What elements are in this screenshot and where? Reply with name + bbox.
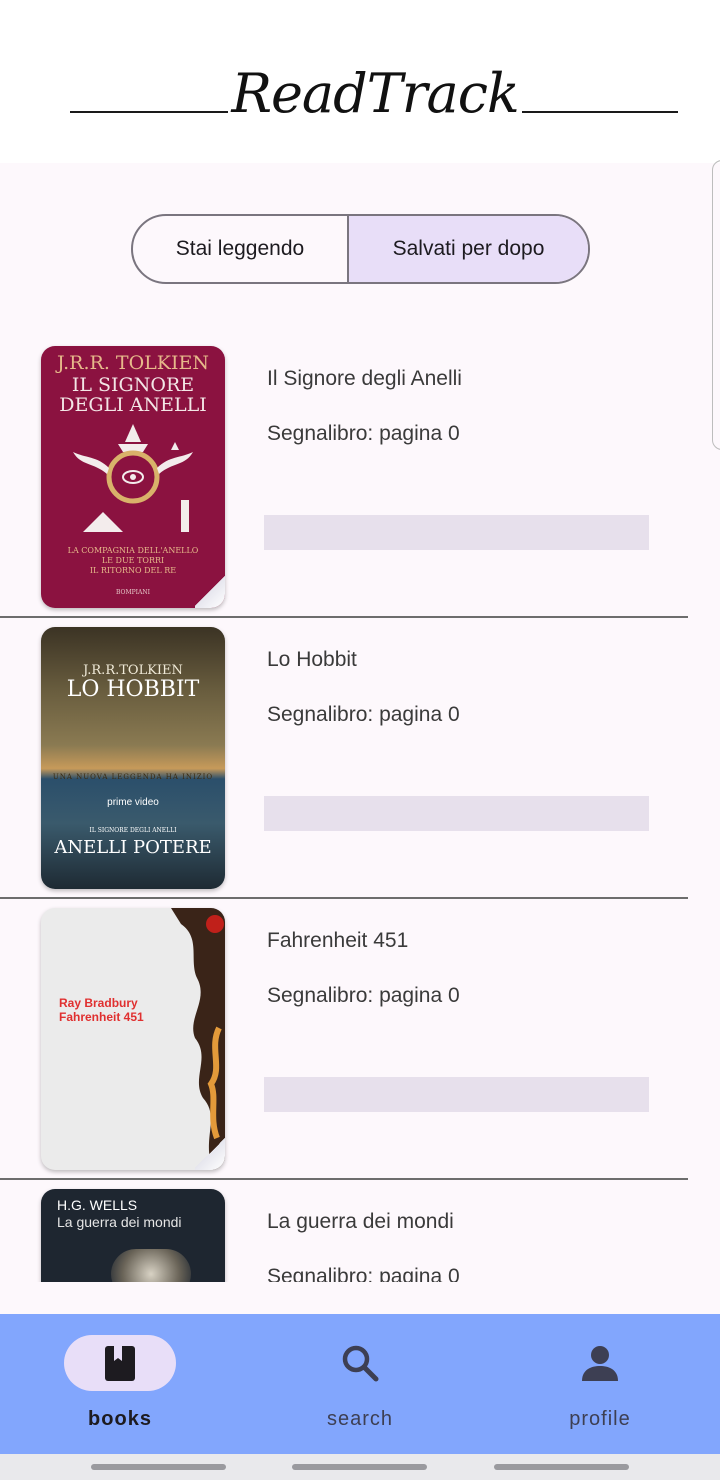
gesture-handle[interactable]: [292, 1464, 427, 1470]
ring-emblem-icon: [73, 424, 193, 532]
cover-title-line1: IL SIGNORE: [71, 374, 195, 396]
tab-reading[interactable]: Stai leggendo: [133, 216, 349, 282]
cover-brand: prime video: [107, 797, 159, 808]
cover-series-title: ANELLI POTERE: [54, 837, 212, 858]
nav-label: books: [88, 1408, 152, 1430]
book-bookmark: Segnalibro: pagina 0: [267, 422, 460, 445]
cover-line1: Ray Bradbury: [59, 996, 138, 1010]
reading-status-toggle: Stai leggendo Salvati per dopo: [131, 214, 590, 284]
book-title: Il Signore degli Anelli: [267, 367, 462, 390]
header-rule-right: [522, 111, 678, 113]
nav-label: profile: [569, 1408, 631, 1430]
nav-profile[interactable]: profile: [480, 1314, 720, 1454]
nav-search[interactable]: search: [240, 1314, 480, 1454]
page-curl: [195, 574, 225, 608]
gesture-handle[interactable]: [494, 1464, 629, 1470]
cover-author: H.G. WELLS: [57, 1197, 138, 1213]
book-list-item[interactable]: Ray Bradbury Fahrenheit 451 Fahrenheit 4…: [0, 897, 720, 1180]
header-rule-left: [70, 111, 228, 113]
app-logo: ReadTrack: [231, 62, 519, 125]
cover-line2: Fahrenheit 451: [59, 1010, 144, 1024]
book-bookmark: Segnalibro: pagina 0: [267, 1265, 460, 1282]
cover-author: J.R.R.TOLKIEN: [83, 663, 183, 678]
book-cover[interactable]: H.G. WELLS La guerra dei mondi: [41, 1189, 225, 1282]
app-header: ReadTrack: [0, 0, 720, 163]
gesture-handle[interactable]: [91, 1464, 226, 1470]
reading-progress-bar: [264, 515, 649, 550]
book-title: Fahrenheit 451: [267, 929, 409, 952]
cover-tagline: UNA NUOVA LEGGENDA HA INIZIO: [52, 773, 214, 781]
book-list[interactable]: J.R.R. TOLKIEN IL SIGNORE DEGLI ANELLI L…: [0, 335, 720, 1282]
burned-page-icon: [171, 908, 225, 1170]
book-list-item[interactable]: H.G. WELLS La guerra dei mondi La guerra…: [0, 1178, 720, 1282]
nav-books[interactable]: books: [0, 1314, 240, 1454]
book-cover[interactable]: Ray Bradbury Fahrenheit 451: [41, 908, 225, 1170]
reading-progress-bar: [264, 796, 649, 831]
book-cover[interactable]: J.R.R.TOLKIEN LO HOBBIT UNA NUOVA LEGGEN…: [41, 627, 225, 889]
book-bookmark: Segnalibro: pagina 0: [267, 984, 460, 1007]
cover-title-line1: LO HOBBIT: [66, 677, 200, 702]
reading-progress-bar: [264, 1077, 649, 1112]
cover-title-line2: DEGLI ANELLI: [59, 394, 207, 416]
cover-art: [111, 1249, 191, 1282]
app-screen: ReadTrack Stai leggendo Salvati per dopo…: [0, 0, 720, 1480]
cover-author: J.R.R. TOLKIEN: [57, 352, 209, 374]
search-icon: [342, 1345, 379, 1382]
cover-sub2: LE DUE TORRI: [101, 556, 165, 565]
book-bookmark: Segnalibro: pagina 0: [267, 703, 460, 726]
book-title: Lo Hobbit: [267, 648, 357, 671]
page-curl: [195, 1136, 225, 1170]
book-icon: [105, 1346, 135, 1381]
book-title: La guerra dei mondi: [267, 1210, 454, 1233]
cover-sub1: LA COMPAGNIA DELL'ANELLO: [67, 546, 199, 555]
system-gesture-bar: [0, 1454, 720, 1480]
bottom-navigation: books search profile: [0, 1314, 720, 1454]
tab-saved[interactable]: Salvati per dopo: [349, 216, 588, 282]
book-list-item[interactable]: J.R.R. TOLKIEN IL SIGNORE DEGLI ANELLI L…: [0, 335, 720, 618]
cover-title-line1: La guerra dei mondi: [57, 1214, 182, 1230]
person-icon: [582, 1346, 618, 1381]
nav-label: search: [326, 1408, 394, 1430]
book-cover[interactable]: J.R.R. TOLKIEN IL SIGNORE DEGLI ANELLI L…: [41, 346, 225, 608]
book-list-item[interactable]: J.R.R.TOLKIEN LO HOBBIT UNA NUOVA LEGGEN…: [0, 616, 720, 899]
cover-series: IL SIGNORE DEGLI ANELLI: [89, 827, 177, 834]
